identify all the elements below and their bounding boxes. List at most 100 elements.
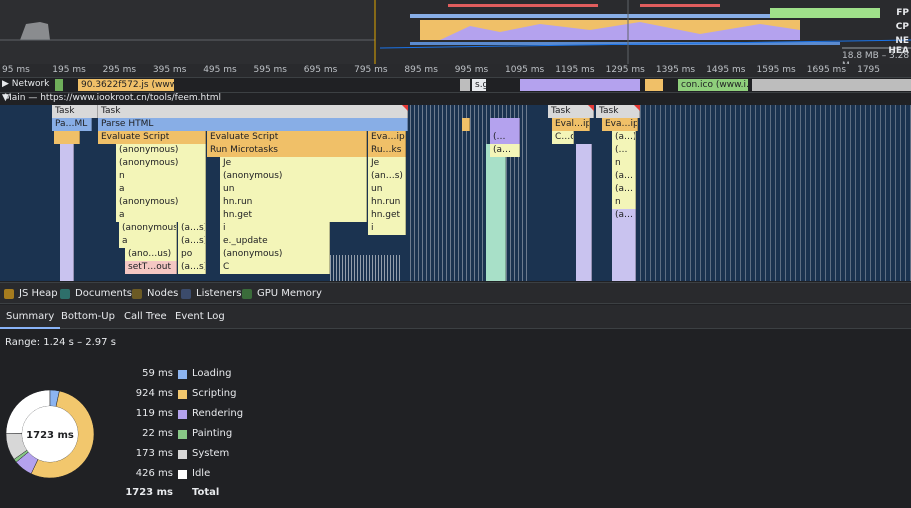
tab-call-tree[interactable]: Call Tree	[118, 305, 173, 329]
function-call-block[interactable]: (a…	[612, 170, 636, 183]
checkbox-icon[interactable]	[60, 288, 70, 299]
function-call-block[interactable]: (anonymous)	[116, 196, 206, 209]
function-call-block[interactable]: po	[178, 248, 206, 261]
flame-chart[interactable]: Task Task Task Task Pa…ML Parse HTML Eva…	[0, 105, 911, 281]
task-block[interactable]: Task	[52, 105, 98, 118]
function-call-block[interactable]: un	[220, 183, 367, 196]
render-block[interactable]	[490, 118, 520, 131]
ruler-tick: 1795	[857, 65, 880, 75]
render-block[interactable]	[60, 144, 74, 281]
render-block[interactable]: (a…	[612, 209, 636, 281]
ruler-tick: 1395 ms	[655, 65, 696, 75]
function-call-block[interactable]: (a…s)	[178, 235, 206, 248]
function-call-block[interactable]: a	[116, 209, 206, 222]
checkbox-icon[interactable]	[181, 288, 191, 299]
tab-bottom-up[interactable]: Bottom-Up	[55, 305, 121, 329]
function-call-block[interactable]: (anonymous)	[220, 248, 330, 261]
evaluate-script-block[interactable]: Evaluate Script	[98, 131, 206, 144]
function-call-block[interactable]: hn.run	[220, 196, 367, 209]
script-block[interactable]	[54, 131, 80, 144]
function-call-block[interactable]: (a…s)	[178, 222, 206, 235]
network-request[interactable]	[520, 79, 640, 91]
timeline-overview[interactable]: FP CP NE HEA 18.8 MB – 3.28 M	[0, 0, 911, 64]
ruler-tick: 1495 ms	[706, 65, 746, 75]
parse-html-block[interactable]: Pa…ML	[52, 118, 92, 131]
summary-row-ms: 426 ms	[135, 468, 173, 479]
function-call-block[interactable]: e._update	[220, 235, 330, 248]
checkbox-icon[interactable]	[4, 288, 14, 299]
function-call-block[interactable]: (a…	[612, 183, 636, 196]
memory-checkbox-nodes[interactable]: Nodes	[132, 288, 178, 299]
memory-checkbox-documents[interactable]: Documents	[60, 288, 132, 299]
evaluate-script-block[interactable]: Eva…ipt	[602, 118, 638, 131]
summary-total-ms: 1723 ms	[125, 487, 173, 498]
tab-event-log[interactable]: Event Log	[169, 305, 231, 329]
network-request[interactable]	[752, 79, 911, 91]
network-request[interactable]: 90.3622f572.js (www…	[78, 79, 174, 91]
function-call-block[interactable]: a	[119, 235, 177, 248]
timer-block[interactable]: setT…out	[125, 261, 177, 274]
network-request[interactable]	[460, 79, 470, 91]
network-track-label[interactable]: ▶ Network	[2, 79, 49, 89]
function-call-block[interactable]: hn.run	[368, 196, 406, 209]
function-call-block[interactable]: (ano…us)	[125, 248, 177, 261]
cpu-label: CP	[895, 22, 909, 32]
network-request[interactable]	[645, 79, 663, 91]
function-call-block[interactable]: Je	[368, 157, 406, 170]
checkbox-icon[interactable]	[242, 288, 252, 299]
function-call-block[interactable]: (anonymous)	[116, 144, 206, 157]
ruler-tick: 1595 ms	[756, 65, 796, 75]
function-call-block[interactable]: i	[368, 222, 406, 235]
network-request[interactable]: s.g	[472, 79, 486, 91]
task-block[interactable]: Task	[98, 105, 408, 118]
ruler-tick: 495 ms	[203, 65, 237, 75]
run-microtasks-block[interactable]: Run Microtasks	[207, 144, 367, 157]
function-call-block[interactable]: i	[220, 222, 330, 235]
function-call-block[interactable]: n	[612, 196, 636, 209]
function-call-block[interactable]: (an…s)	[368, 170, 406, 183]
function-call-block[interactable]: a	[116, 183, 206, 196]
memory-checkbox-js-heap[interactable]: JS Heap	[4, 288, 58, 299]
function-call-block[interactable]: Je	[220, 157, 367, 170]
parse-html-block[interactable]: Parse HTML	[98, 118, 408, 131]
function-call-block[interactable]: (anonymous)	[116, 157, 206, 170]
function-call-block[interactable]: (anonymous)	[220, 170, 367, 183]
main-thread-label[interactable]: ▼ Main — https://www.iookroot.cn/tools/f…	[2, 93, 221, 103]
function-call-block[interactable]: (a…	[490, 144, 520, 157]
color-swatch	[178, 410, 187, 419]
tab-summary[interactable]: Summary	[0, 305, 61, 329]
function-call-block[interactable]: n	[116, 170, 206, 183]
function-call-block[interactable]: (a…)	[612, 131, 636, 144]
network-track[interactable]: ▶ Network 90.3622f572.js (www… s.g con.i…	[0, 78, 911, 92]
function-call-block[interactable]: hn.get	[220, 209, 367, 222]
function-call-block[interactable]: (a…s)	[178, 261, 206, 274]
checkbox-icon[interactable]	[132, 288, 142, 299]
network-request[interactable]: con.ico (www.i…	[678, 79, 748, 91]
evaluate-script-block[interactable]: Eval…ipt	[552, 118, 590, 131]
memory-checkbox-label: GPU Memory	[257, 288, 322, 299]
render-block[interactable]	[486, 144, 506, 281]
main-thread-header[interactable]: ▼ Main — https://www.iookroot.cn/tools/f…	[0, 92, 911, 105]
summary-row-name: Loading	[192, 368, 232, 379]
function-call-block[interactable]: (…	[612, 144, 636, 157]
ruler-tick: 1195 ms	[555, 65, 595, 75]
summary-row: 22 ms Painting	[100, 428, 260, 442]
render-block[interactable]	[576, 144, 592, 281]
script-block[interactable]	[462, 118, 470, 131]
function-call-block[interactable]: n	[612, 157, 636, 170]
evaluate-script-block[interactable]: Eva…ipt	[368, 131, 406, 144]
render-block[interactable]: (…	[490, 131, 520, 144]
evaluate-script-block[interactable]: Evaluate Script	[207, 131, 367, 144]
run-microtasks-block[interactable]: Ru…ks	[368, 144, 406, 157]
memory-checkbox-listeners[interactable]: Listeners	[181, 288, 241, 299]
function-call-block[interactable]: C	[220, 261, 330, 274]
function-call-block[interactable]: hn.get	[368, 209, 406, 222]
function-call-block[interactable]: (anonymous)	[119, 222, 177, 235]
function-call-block[interactable]: C…ct	[552, 131, 574, 144]
ruler-tick: 895 ms	[404, 65, 438, 75]
function-call-block[interactable]: un	[368, 183, 406, 196]
memory-checkbox-gpu-memory[interactable]: GPU Memory	[242, 288, 322, 299]
network-request[interactable]	[55, 79, 63, 91]
time-ruler[interactable]: 95 ms 195 ms 295 ms 395 ms 495 ms 595 ms 695 m…	[0, 64, 911, 78]
summary-row: 924 ms Scripting	[100, 388, 260, 402]
